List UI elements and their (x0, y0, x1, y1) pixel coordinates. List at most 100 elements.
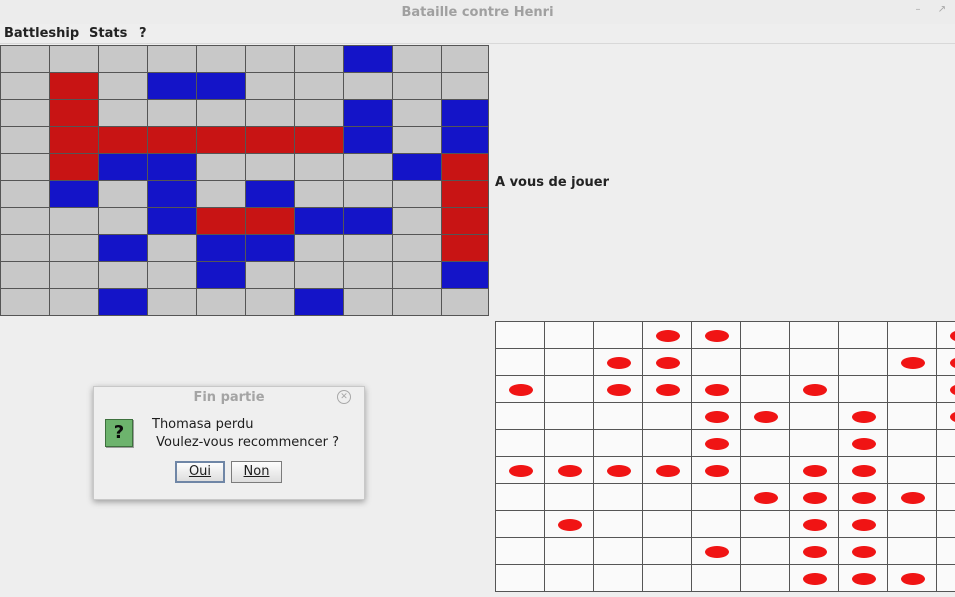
target-cell[interactable] (544, 429, 594, 457)
target-cell[interactable] (936, 348, 955, 376)
target-cell[interactable] (740, 321, 790, 349)
target-cell[interactable] (936, 321, 955, 349)
target-cell[interactable] (544, 321, 594, 349)
target-cell[interactable] (691, 510, 741, 538)
target-board[interactable] (495, 321, 955, 593)
target-cell[interactable] (936, 456, 955, 484)
target-cell[interactable] (887, 348, 937, 376)
target-cell[interactable] (838, 510, 888, 538)
target-cell[interactable] (544, 483, 594, 511)
target-cell[interactable] (642, 564, 692, 592)
target-cell[interactable] (642, 483, 692, 511)
target-cell[interactable] (544, 456, 594, 484)
target-cell[interactable] (936, 510, 955, 538)
target-cell[interactable] (936, 429, 955, 457)
target-cell[interactable] (838, 321, 888, 349)
target-cell[interactable] (495, 510, 545, 538)
target-cell[interactable] (593, 375, 643, 403)
target-cell[interactable] (789, 348, 839, 376)
menu-help[interactable]: ? (139, 25, 147, 42)
target-cell[interactable] (642, 429, 692, 457)
target-cell[interactable] (740, 429, 790, 457)
target-cell[interactable] (740, 564, 790, 592)
target-cell[interactable] (593, 483, 643, 511)
target-cell[interactable] (642, 375, 692, 403)
menu-battleship[interactable]: Battleship (4, 25, 79, 42)
target-cell[interactable] (740, 375, 790, 403)
target-cell[interactable] (642, 456, 692, 484)
target-cell[interactable] (691, 537, 741, 565)
target-cell[interactable] (593, 456, 643, 484)
target-cell[interactable] (887, 456, 937, 484)
target-cell[interactable] (691, 402, 741, 430)
target-cell[interactable] (740, 483, 790, 511)
target-cell[interactable] (691, 429, 741, 457)
no-button[interactable]: Non (231, 461, 282, 483)
target-cell[interactable] (789, 564, 839, 592)
target-cell[interactable] (838, 537, 888, 565)
target-cell[interactable] (495, 483, 545, 511)
target-cell[interactable] (495, 348, 545, 376)
target-cell[interactable] (495, 564, 545, 592)
target-cell[interactable] (887, 429, 937, 457)
target-cell[interactable] (544, 564, 594, 592)
target-cell[interactable] (887, 321, 937, 349)
target-cell[interactable] (544, 537, 594, 565)
target-cell[interactable] (642, 537, 692, 565)
target-cell[interactable] (740, 537, 790, 565)
target-cell[interactable] (740, 402, 790, 430)
target-cell[interactable] (593, 348, 643, 376)
target-cell[interactable] (936, 483, 955, 511)
target-cell[interactable] (887, 375, 937, 403)
target-cell[interactable] (495, 537, 545, 565)
target-cell[interactable] (838, 429, 888, 457)
target-cell[interactable] (887, 510, 937, 538)
target-cell[interactable] (838, 483, 888, 511)
target-cell[interactable] (495, 375, 545, 403)
target-cell[interactable] (936, 537, 955, 565)
target-cell[interactable] (838, 564, 888, 592)
target-cell[interactable] (593, 564, 643, 592)
target-cell[interactable] (789, 510, 839, 538)
target-cell[interactable] (544, 510, 594, 538)
minimize-icon[interactable]: – (911, 3, 925, 17)
target-cell[interactable] (495, 456, 545, 484)
target-cell[interactable] (887, 402, 937, 430)
target-cell[interactable] (544, 402, 594, 430)
target-cell[interactable] (593, 429, 643, 457)
target-cell[interactable] (887, 483, 937, 511)
target-cell[interactable] (936, 402, 955, 430)
target-cell[interactable] (544, 348, 594, 376)
target-cell[interactable] (789, 483, 839, 511)
target-cell[interactable] (691, 456, 741, 484)
target-cell[interactable] (936, 375, 955, 403)
target-cell[interactable] (691, 348, 741, 376)
target-cell[interactable] (789, 321, 839, 349)
target-cell[interactable] (544, 375, 594, 403)
target-cell[interactable] (642, 321, 692, 349)
target-cell[interactable] (691, 483, 741, 511)
target-cell[interactable] (740, 456, 790, 484)
target-cell[interactable] (789, 375, 839, 403)
target-cell[interactable] (936, 564, 955, 592)
target-cell[interactable] (838, 402, 888, 430)
target-cell[interactable] (593, 537, 643, 565)
target-cell[interactable] (789, 402, 839, 430)
yes-button[interactable]: Oui (175, 461, 225, 483)
target-cell[interactable] (642, 402, 692, 430)
target-cell[interactable] (495, 429, 545, 457)
target-cell[interactable] (593, 402, 643, 430)
target-cell[interactable] (593, 510, 643, 538)
target-cell[interactable] (642, 348, 692, 376)
menu-stats[interactable]: Stats (89, 25, 127, 42)
target-cell[interactable] (887, 537, 937, 565)
target-cell[interactable] (691, 321, 741, 349)
target-cell[interactable] (691, 375, 741, 403)
target-cell[interactable] (789, 537, 839, 565)
target-cell[interactable] (838, 375, 888, 403)
target-cell[interactable] (838, 348, 888, 376)
close-icon[interactable]: ✕ (337, 390, 351, 404)
target-cell[interactable] (740, 510, 790, 538)
target-cell[interactable] (691, 564, 741, 592)
maximize-icon[interactable]: ↗ (935, 3, 949, 17)
